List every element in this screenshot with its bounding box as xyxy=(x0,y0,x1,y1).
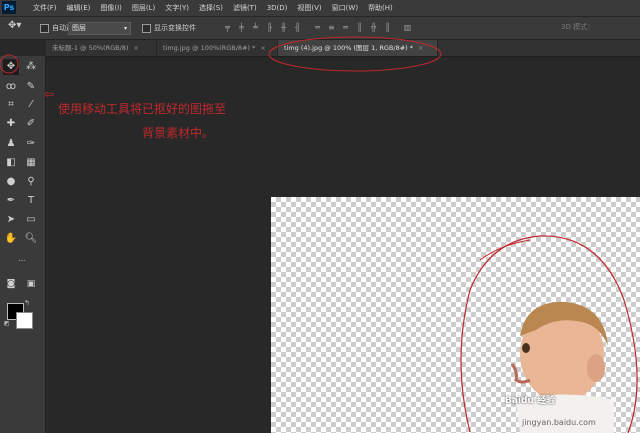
mode-3d-label: 3D 模式： xyxy=(561,23,595,31)
tab-untitled[interactable]: 未标题-1 @ 50%(RGB/8) × xyxy=(46,40,157,56)
photoshop-logo: Ps xyxy=(2,1,16,14)
align-bottom-icon[interactable]: ╧ xyxy=(250,22,261,33)
auto-select-value: 图层 xyxy=(72,24,86,32)
distribute-vcenter-icon[interactable]: ≡ xyxy=(326,22,337,33)
menu-view[interactable]: 视图(V) xyxy=(292,2,326,14)
lasso-tool-icon[interactable]: ꝏ xyxy=(3,79,19,95)
auto-align-icon[interactable]: ▥ xyxy=(402,22,413,33)
baidu-watermark: Baidu 经验 xyxy=(505,396,556,406)
brush-tool-icon[interactable]: ✐ xyxy=(23,116,39,132)
gradient-tool-icon[interactable]: ▦ xyxy=(23,155,39,171)
distribute-left-icon[interactable]: ║ xyxy=(354,22,365,33)
document-tab-bar: 未标题-1 @ 50%(RGB/8) × timg.jpg @ 100%(RGB/… xyxy=(46,40,640,57)
tab-label: timg.jpg @ 100%(RGB/8#) * xyxy=(163,44,256,52)
annotation-text-line2: 背景素材中。 xyxy=(142,126,215,140)
menu-select[interactable]: 选择(S) xyxy=(194,2,228,14)
quick-brush-tool-icon[interactable]: ✎ xyxy=(23,79,39,95)
baby-photo-layer[interactable] xyxy=(496,296,614,433)
baby-eye xyxy=(522,343,530,353)
move-tool-icon[interactable]: ✥ xyxy=(3,59,19,75)
tab-timg-4[interactable]: timg (4).jpg @ 100% (图层 1, RGB/8#) * × xyxy=(278,40,438,56)
show-transform-box[interactable] xyxy=(142,23,151,33)
distribute-top-icon[interactable]: ═ xyxy=(312,22,323,33)
zoom-tool-icon[interactable]: 🔍︎ xyxy=(23,231,39,247)
show-transform-checkbox[interactable]: 显示变换控件 xyxy=(142,22,196,34)
tab-label: timg (4).jpg @ 100% (图层 1, RGB/8#) * xyxy=(284,44,413,52)
menu-list: 文件(F) 编辑(E) 图像(I) 图层(L) 文字(Y) 选择(S) 滤镜(T… xyxy=(28,2,398,14)
magic-wand-tool-icon[interactable]: ⁂ xyxy=(23,59,39,75)
rectangle-tool-icon[interactable]: ▭ xyxy=(23,212,39,228)
menu-layer[interactable]: 图层(L) xyxy=(127,2,160,14)
annotation-arrow-icon: ⇦ xyxy=(44,87,55,101)
distribute-hcenter-icon[interactable]: ╬ xyxy=(368,22,379,33)
background-color-swatch[interactable] xyxy=(16,312,33,329)
default-colors-icon[interactable]: ◩ xyxy=(4,320,10,327)
menu-type[interactable]: 文字(Y) xyxy=(160,2,194,14)
close-icon[interactable]: × xyxy=(260,44,265,52)
baby-ear xyxy=(587,354,605,382)
path-selection-tool-icon[interactable]: ➤ xyxy=(3,212,19,228)
type-tool-icon[interactable]: T xyxy=(23,193,39,209)
more-tools-icon[interactable]: ··· xyxy=(14,253,30,269)
menu-file[interactable]: 文件(F) xyxy=(28,2,62,14)
eraser-tool-icon[interactable]: ◧ xyxy=(3,155,19,171)
menu-filter[interactable]: 滤镜(T) xyxy=(228,2,262,14)
auto-select-box[interactable] xyxy=(40,23,49,33)
align-right-icon[interactable]: ╢ xyxy=(292,22,303,33)
menu-help[interactable]: 帮助(H) xyxy=(363,2,398,14)
align-vcenter-icon[interactable]: ╪ xyxy=(236,22,247,33)
blur-tool-icon[interactable]: ● xyxy=(3,174,19,190)
distribute-right-icon[interactable]: ║ xyxy=(382,22,393,33)
close-icon[interactable]: × xyxy=(133,44,138,52)
align-left-icon[interactable]: ╟ xyxy=(264,22,275,33)
quick-mask-icon[interactable]: ◙ xyxy=(3,276,19,292)
pen-tool-icon[interactable]: ✒ xyxy=(3,193,19,209)
clone-stamp-tool-icon[interactable]: ♟ xyxy=(3,136,19,152)
options-bar: ✥▾ 自动选择： 图层▾ 显示变换控件 ╤ ╪ ╧ ╟ ╫ ╢ ═ ≡ ═ ║ … xyxy=(0,17,640,40)
align-top-icon[interactable]: ╤ xyxy=(222,22,233,33)
menu-bar: Ps 文件(F) 编辑(E) 图像(I) 图层(L) 文字(Y) 选择(S) 滤… xyxy=(0,0,640,17)
show-transform-label: 显示变换控件 xyxy=(154,24,196,32)
close-icon[interactable]: × xyxy=(418,44,423,52)
screen-mode-icon[interactable]: ▣ xyxy=(23,276,39,292)
align-distribute-group: ╤ ╪ ╧ ╟ ╫ ╢ ═ ≡ ═ ║ ╬ ║ ▥ xyxy=(222,22,413,33)
menu-edit[interactable]: 编辑(E) xyxy=(62,2,96,14)
tab-label: 未标题-1 @ 50%(RGB/8) xyxy=(52,44,129,52)
eyedropper-tool-icon[interactable]: ⁄ xyxy=(23,97,39,113)
auto-select-dropdown[interactable]: 图层 ▾ xyxy=(68,22,131,35)
swap-colors-icon[interactable]: ↰ xyxy=(24,299,30,307)
move-tool-preset-icon[interactable]: ✥▾ xyxy=(8,20,21,32)
dodge-tool-icon[interactable]: ⚲ xyxy=(23,174,39,190)
crop-tool-icon[interactable]: ⌗ xyxy=(3,97,19,113)
menu-3d[interactable]: 3D(D) xyxy=(262,2,293,14)
menu-window[interactable]: 窗口(W) xyxy=(327,2,363,14)
history-brush-tool-icon[interactable]: ✑ xyxy=(23,136,39,152)
distribute-bottom-icon[interactable]: ═ xyxy=(340,22,351,33)
tools-panel: ✥ ⁂ ꝏ ✎ ⌗ ⁄ ✚ ✐ ♟ ✑ ◧ ▦ ● ⚲ ✒ T ➤ ▭ ✋ 🔍︎… xyxy=(0,56,46,433)
menu-image[interactable]: 图像(I) xyxy=(95,2,127,14)
annotation-text-line1: 使用移动工具将已抠好的图拖至 xyxy=(58,102,227,116)
watermark-url: jingyan.baidu.com xyxy=(522,418,596,427)
tab-timg[interactable]: timg.jpg @ 100%(RGB/8#) * × xyxy=(157,40,278,56)
chevron-down-icon: ▾ xyxy=(123,25,127,32)
hand-tool-icon[interactable]: ✋ xyxy=(3,231,19,247)
align-hcenter-icon[interactable]: ╫ xyxy=(278,22,289,33)
healing-brush-tool-icon[interactable]: ✚ xyxy=(3,116,19,132)
